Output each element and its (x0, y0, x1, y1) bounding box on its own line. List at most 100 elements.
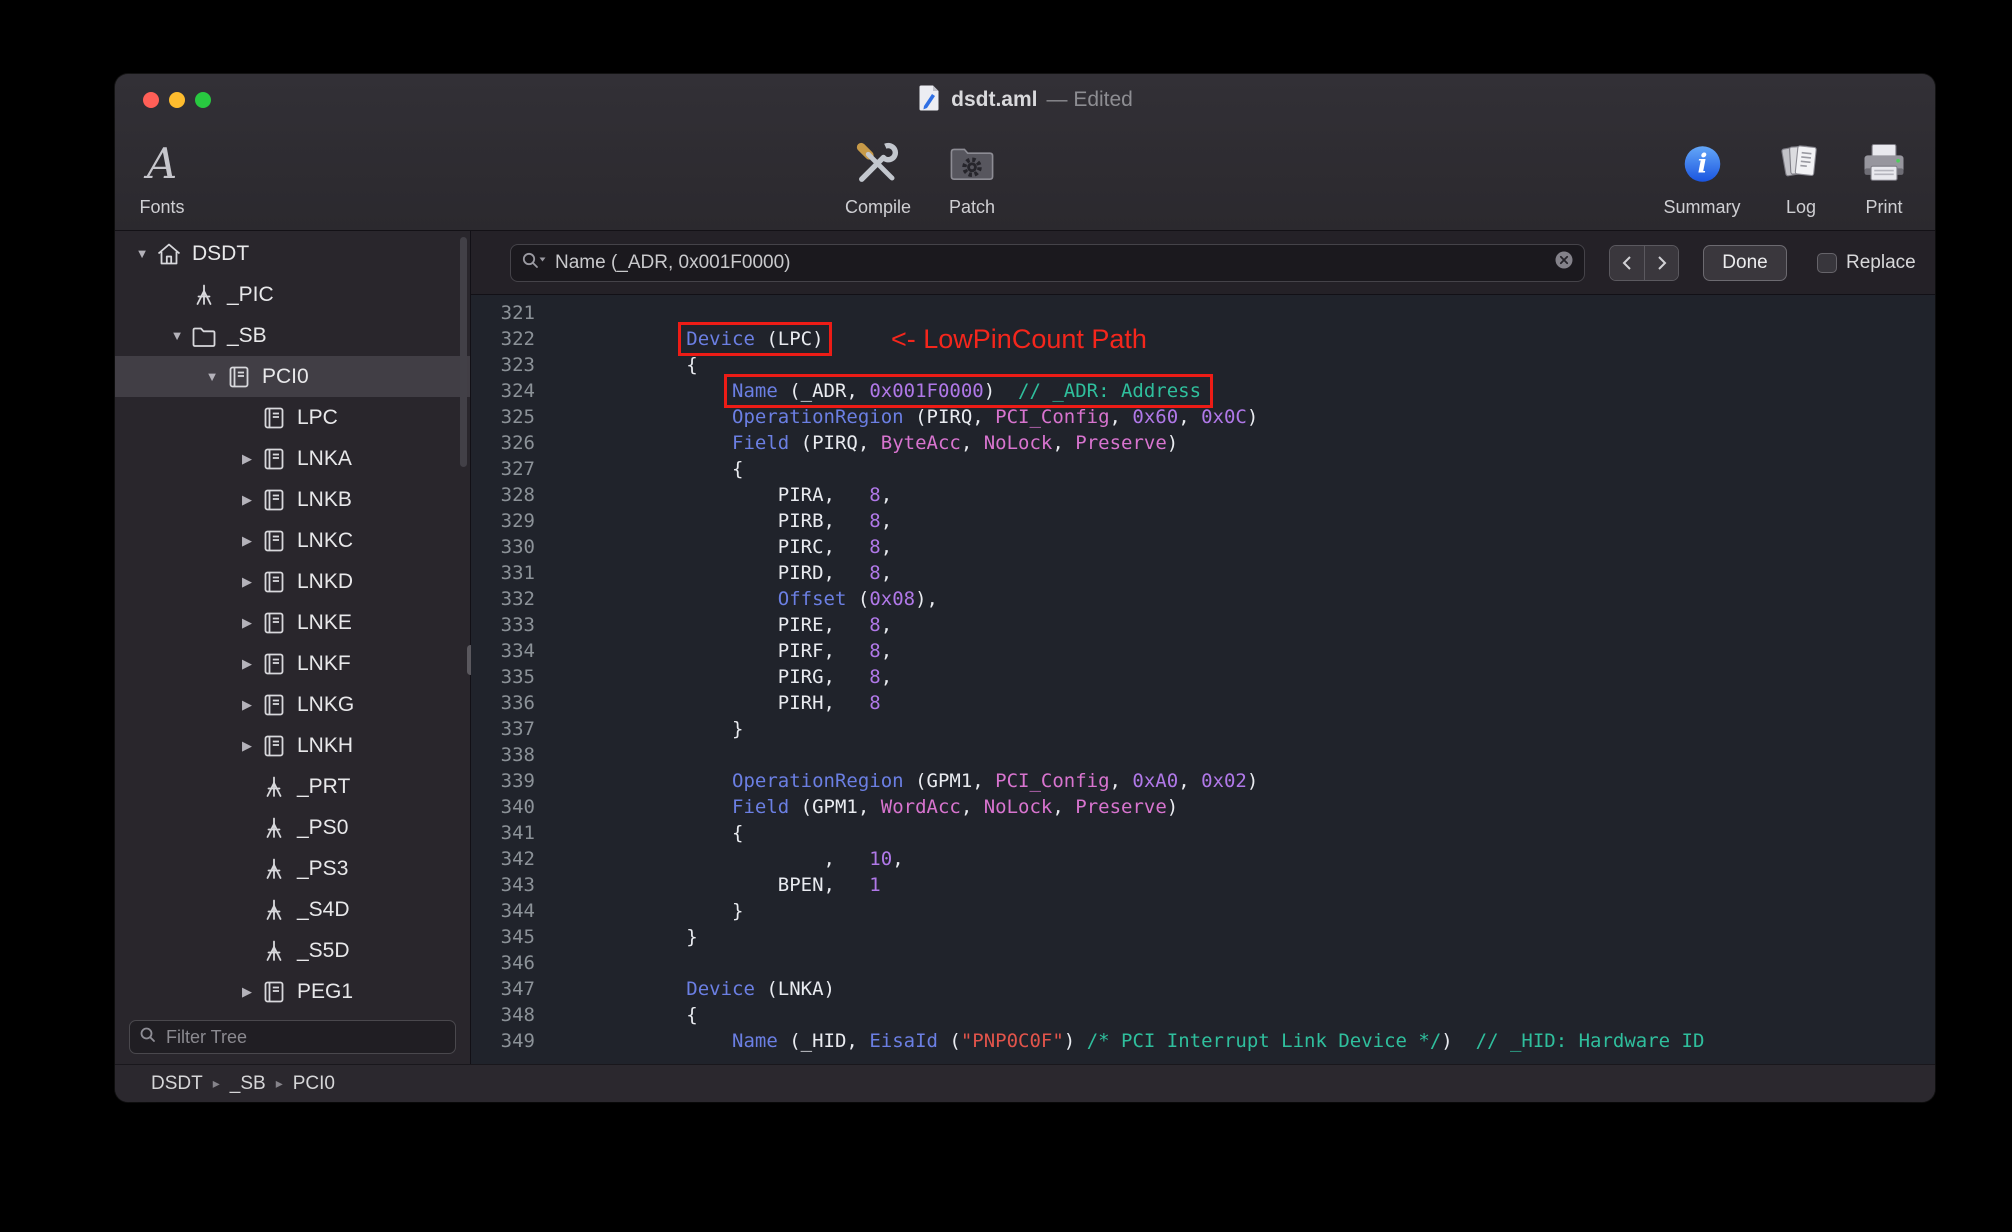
code-text: } (549, 900, 744, 922)
compile-button[interactable]: Compile (845, 134, 911, 218)
line-number: 332 (500, 588, 535, 610)
fonts-button[interactable]: A Fonts (139, 134, 184, 218)
disclosure-closed-icon[interactable]: ▶ (234, 656, 260, 672)
minimize-button[interactable] (169, 92, 185, 108)
code-line-344[interactable]: 344 } (477, 898, 1935, 924)
tree-item-_S5D[interactable]: _S5D (115, 930, 470, 971)
compile-tools-icon (852, 134, 904, 194)
code-line-348[interactable]: 348 { (477, 1002, 1935, 1028)
line-number: 322 (500, 328, 535, 350)
disclosure-closed-icon[interactable]: ▶ (234, 451, 260, 467)
done-button[interactable]: Done (1703, 244, 1787, 281)
tree-item-LNKA[interactable]: ▶ LNKA (115, 438, 470, 479)
log-button[interactable]: Log (1775, 134, 1827, 218)
code-line-326[interactable]: 326 Field (PIRQ, ByteAcc, NoLock, Preser… (477, 430, 1935, 456)
disclosure-open-icon[interactable]: ▼ (129, 246, 155, 261)
method-icon (260, 773, 288, 801)
clear-search-icon[interactable] (1554, 250, 1574, 275)
tree-item-LNKE[interactable]: ▶ LNKE (115, 602, 470, 643)
tree-item-_S4D[interactable]: _S4D (115, 889, 470, 930)
disclosure-closed-icon[interactable]: ▶ (234, 738, 260, 754)
code-line-328[interactable]: 328 PIRA, 8, (477, 482, 1935, 508)
tree-item-LNKG[interactable]: ▶ LNKG (115, 684, 470, 725)
find-input[interactable] (553, 250, 1548, 275)
tree-item-_PS3[interactable]: _PS3 (115, 848, 470, 889)
disclosure-open-icon[interactable]: ▼ (199, 369, 225, 384)
tree-item-_PIC[interactable]: _PIC (115, 274, 470, 315)
code-line-342[interactable]: 342 , 10, (477, 846, 1935, 872)
summary-button[interactable]: i Summary (1663, 134, 1741, 218)
tree-item-label: _PS0 (297, 815, 349, 839)
disclosure-closed-icon[interactable]: ▶ (234, 533, 260, 549)
code-line-331[interactable]: 331 PIRD, 8, (477, 560, 1935, 586)
tree-item-label: _PS3 (297, 856, 349, 880)
device-icon (260, 486, 288, 514)
breadcrumb-item-_SB[interactable]: _SB (230, 1073, 266, 1095)
sidebar-scrollbar[interactable] (460, 237, 467, 467)
disclosure-closed-icon[interactable]: ▶ (234, 697, 260, 713)
print-button[interactable]: Print (1858, 134, 1910, 218)
tree-item-PEG1[interactable]: ▶ PEG1 (115, 971, 470, 1012)
code-line-336[interactable]: 336 PIRH, 8 (477, 690, 1935, 716)
tree-item-DSDT[interactable]: ▼ DSDT (115, 233, 470, 274)
tree-item-LNKB[interactable]: ▶ LNKB (115, 479, 470, 520)
line-number: 337 (500, 718, 535, 740)
line-number: 324 (500, 380, 535, 402)
find-previous-button[interactable] (1610, 245, 1644, 280)
code-line-347[interactable]: 347 Device (LNKA) (477, 976, 1935, 1002)
tree-item-label: _S4D (297, 897, 350, 921)
replace-checkbox[interactable] (1817, 252, 1837, 273)
tree-item-label: DSDT (192, 241, 250, 265)
code-line-338[interactable]: 338 (477, 742, 1935, 768)
code-line-339[interactable]: 339 OperationRegion (GPM1, PCI_Config, 0… (477, 768, 1935, 794)
tree-item-PCI0[interactable]: ▼ PCI0 (115, 356, 470, 397)
disclosure-closed-icon[interactable]: ▶ (234, 984, 260, 1000)
code-editor[interactable]: 321 322 Device (LPC) 323 {324 Name (_ADR, … (471, 295, 1935, 1064)
tree-item-label: _S5D (297, 938, 350, 962)
code-text: PIRG, 8, (549, 666, 893, 688)
code-line-345[interactable]: 345 } (477, 924, 1935, 950)
line-number: 333 (500, 614, 535, 636)
zoom-button[interactable] (195, 92, 211, 108)
code-line-329[interactable]: 329 PIRB, 8, (477, 508, 1935, 534)
tree-item-_PRT[interactable]: _PRT (115, 766, 470, 807)
tree-item-LNKF[interactable]: ▶ LNKF (115, 643, 470, 684)
code-text: PIRB, 8, (549, 510, 893, 532)
disclosure-open-icon[interactable]: ▼ (164, 328, 190, 343)
disclosure-closed-icon[interactable]: ▶ (234, 615, 260, 631)
tree-item-label: LNKD (297, 569, 354, 593)
tree-item-LNKH[interactable]: ▶ LNKH (115, 725, 470, 766)
code-line-346[interactable]: 346 (477, 950, 1935, 976)
tree-item-_PS0[interactable]: _PS0 (115, 807, 470, 848)
code-text: PIRC, 8, (549, 536, 893, 558)
titlebar[interactable]: dsdt.aml — Edited (115, 74, 1935, 126)
code-line-327[interactable]: 327 { (477, 456, 1935, 482)
code-line-330[interactable]: 330 PIRC, 8, (477, 534, 1935, 560)
toolbar: A Fonts Compile Patch i Summary Log Prin… (115, 126, 1935, 230)
tree-item-LNKD[interactable]: ▶ LNKD (115, 561, 470, 602)
code-line-349[interactable]: 349 Name (_HID, EisaId ("PNP0C0F") /* PC… (477, 1028, 1935, 1054)
search-icon[interactable] (521, 251, 547, 274)
tree-item-LPC[interactable]: LPC (115, 397, 470, 438)
filter-tree-input[interactable] (164, 1025, 446, 1049)
code-line-341[interactable]: 341 { (477, 820, 1935, 846)
disclosure-closed-icon[interactable]: ▶ (234, 574, 260, 590)
code-line-335[interactable]: 335 PIRG, 8, (477, 664, 1935, 690)
tree-item-_SB[interactable]: ▼ _SB (115, 315, 470, 356)
find-next-button[interactable] (1644, 245, 1678, 280)
disclosure-closed-icon[interactable]: ▶ (234, 492, 260, 508)
close-button[interactable] (143, 92, 159, 108)
tree-item-LNKC[interactable]: ▶ LNKC (115, 520, 470, 561)
code-line-343[interactable]: 343 BPEN, 1 (477, 872, 1935, 898)
patch-button[interactable]: Patch (946, 134, 998, 218)
code-line-332[interactable]: 332 Offset (0x08), (477, 586, 1935, 612)
method-icon (260, 855, 288, 883)
device-icon (260, 978, 288, 1006)
code-line-340[interactable]: 340 Field (GPM1, WordAcc, NoLock, Preser… (477, 794, 1935, 820)
breadcrumb-item-DSDT[interactable]: DSDT (151, 1073, 203, 1095)
window-chrome: dsdt.aml — Edited A Fonts Compile Patch … (115, 74, 1935, 231)
code-line-334[interactable]: 334 PIRF, 8, (477, 638, 1935, 664)
breadcrumb-item-PCI0[interactable]: PCI0 (293, 1073, 335, 1095)
code-line-333[interactable]: 333 PIRE, 8, (477, 612, 1935, 638)
code-line-337[interactable]: 337 } (477, 716, 1935, 742)
